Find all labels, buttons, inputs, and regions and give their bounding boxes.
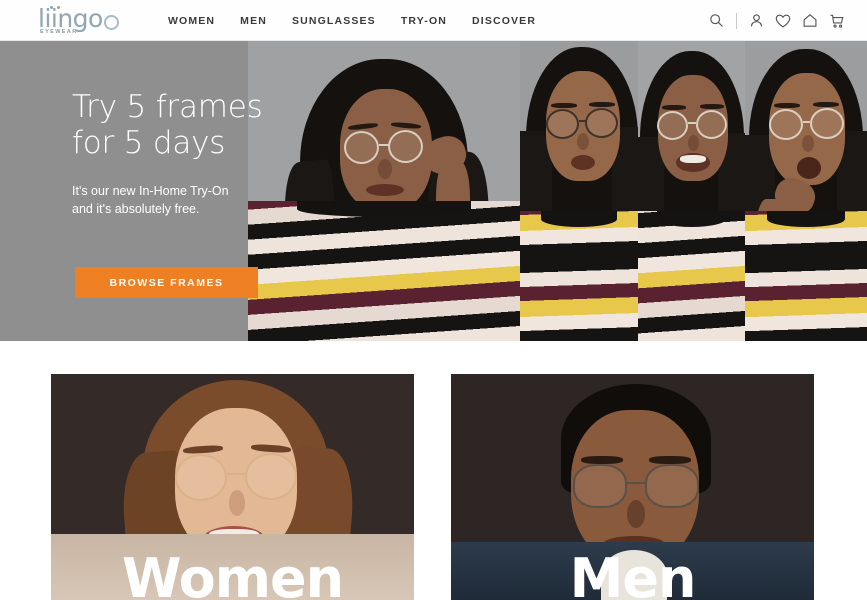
hero-copy-block: Try 5 frames for 5 days It's our new In-…: [72, 89, 372, 218]
nav-item-try-on[interactable]: TRY-ON: [401, 15, 447, 27]
category-card-men-label: Men: [569, 547, 697, 600]
nav-item-women[interactable]: WOMEN: [168, 15, 215, 27]
header-icon-group: [709, 0, 845, 41]
nav-item-men[interactable]: MEN: [240, 15, 267, 27]
shopping-cart-icon[interactable]: [829, 13, 845, 29]
hero-subtext: It's our new In-Home Try-On and it's abs…: [72, 183, 229, 216]
category-card-men[interactable]: Men: [451, 374, 814, 600]
nav-item-discover[interactable]: DISCOVER: [472, 15, 536, 27]
category-card-women-label: Women: [121, 547, 344, 600]
logo-wordmark: liingo: [38, 4, 103, 33]
wishlist-heart-icon[interactable]: [775, 13, 791, 29]
hero-heading: Try 5 frames for 5 days: [72, 89, 263, 162]
hero-banner: Try 5 frames for 5 days It's our new In-…: [0, 41, 867, 341]
hero-portrait-3: [638, 41, 745, 341]
hero-portrait-2: [520, 41, 638, 341]
brand-logo[interactable]: liingo EYEWEAR: [36, 3, 120, 37]
category-card-women[interactable]: Women: [51, 374, 414, 600]
home-icon[interactable]: [802, 13, 818, 28]
browse-frames-button[interactable]: BROWSE FRAMES: [75, 267, 258, 298]
category-cards-section: Women Men: [0, 341, 867, 600]
site-header: liingo EYEWEAR WOMEN MEN SUNGLASSES TRY-…: [0, 0, 867, 41]
main-navigation: WOMEN MEN SUNGLASSES TRY-ON DISCOVER: [168, 0, 536, 41]
header-divider: [736, 12, 737, 29]
account-icon[interactable]: [749, 13, 764, 28]
logo-circle-icon: [104, 15, 119, 30]
search-icon[interactable]: [709, 13, 724, 28]
logo-tagline: EYEWEAR: [40, 29, 78, 35]
nav-item-sunglasses[interactable]: SUNGLASSES: [292, 15, 376, 27]
hero-portrait-4: [745, 41, 867, 341]
